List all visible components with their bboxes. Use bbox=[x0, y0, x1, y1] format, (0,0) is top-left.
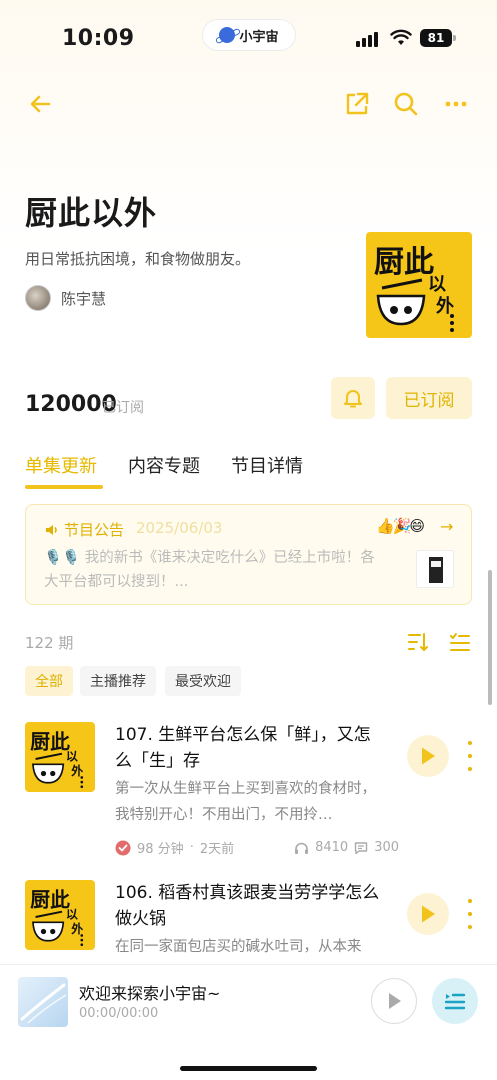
tab-topics[interactable]: 内容专题 bbox=[128, 452, 200, 478]
podcast-page: 10:09 小宇宙 81 厨此以外 用日常抵抗困境，和食物做朋友。 陈宇慧 厨此… bbox=[0, 0, 497, 1080]
play-icon bbox=[389, 993, 401, 1009]
episode-meta: 98 分钟 · 2天前 8410 300 bbox=[115, 838, 399, 857]
bell-icon bbox=[344, 390, 362, 408]
home-indicator bbox=[180, 1066, 317, 1071]
app-pill: 小宇宙 bbox=[203, 20, 295, 50]
playlist-button[interactable] bbox=[432, 978, 478, 1024]
headphones-icon bbox=[295, 842, 309, 854]
episode-count: 122 期 bbox=[25, 634, 74, 652]
back-arrow-icon bbox=[30, 95, 51, 113]
player-play-button[interactable] bbox=[371, 978, 417, 1024]
battery-level: 81 bbox=[427, 31, 445, 45]
cover-logo: 厨此 以 外 bbox=[374, 245, 454, 332]
comment-icon bbox=[355, 841, 368, 854]
filter-played-button[interactable] bbox=[448, 630, 472, 654]
play-icon bbox=[422, 747, 435, 765]
episode-more-button[interactable] bbox=[462, 741, 478, 771]
status-time: 10:09 bbox=[62, 26, 135, 51]
svg-text:厨此: 厨此 bbox=[374, 245, 434, 280]
episode-duration: 98 分钟 bbox=[137, 842, 184, 857]
announcement-date: 2025/06/03 bbox=[136, 519, 223, 537]
episode-title: 106. 稻香村真该跟麦当劳学学怎么做火锅 bbox=[115, 883, 380, 929]
svg-text:以: 以 bbox=[66, 749, 78, 763]
microphone-icon: 🎙️🎙️ bbox=[44, 550, 81, 566]
tab-episodes[interactable]: 单集更新 bbox=[25, 452, 97, 478]
announcement-label-row: 节目公告 bbox=[44, 519, 124, 540]
search-button[interactable] bbox=[390, 88, 422, 120]
svg-text:外: 外 bbox=[436, 295, 454, 317]
arrow-right-icon: → bbox=[440, 517, 454, 536]
announcement-text: 🎙️🎙️ 我的新书《谁来决定吃什么》已经上市啦！各大平台都可以搜到！... bbox=[44, 546, 384, 594]
playlist-icon bbox=[444, 993, 466, 1010]
episode-description: 在同一家面包店买的碱水吐司，从本来 bbox=[115, 939, 362, 955]
filter-popular[interactable]: 最受欢迎 bbox=[165, 666, 241, 696]
app-pill-label: 小宇宙 bbox=[239, 29, 279, 45]
share-icon bbox=[346, 92, 369, 115]
player-cover bbox=[18, 977, 68, 1027]
episode-age: 2天前 bbox=[199, 842, 235, 857]
episode-plays: 8410 bbox=[315, 840, 349, 855]
announcement-emojis: 👍🎉😄 bbox=[376, 517, 425, 535]
episode-more-button[interactable] bbox=[462, 899, 478, 929]
search-icon bbox=[394, 92, 418, 116]
player-title: 欢迎来探索小宇宙~ bbox=[79, 984, 221, 1003]
filter-recommended[interactable]: 主播推荐 bbox=[80, 666, 156, 696]
subscriber-label: 已订阅 bbox=[102, 400, 144, 416]
episode-play-button[interactable] bbox=[407, 893, 449, 935]
svg-text:以: 以 bbox=[428, 274, 446, 295]
svg-text:厨此: 厨此 bbox=[30, 730, 70, 753]
svg-text:外: 外 bbox=[70, 764, 83, 778]
battery-icon: 81 bbox=[420, 29, 456, 47]
scrollbar[interactable] bbox=[488, 570, 492, 705]
signal-icon bbox=[356, 32, 378, 47]
svg-text:外: 外 bbox=[70, 922, 83, 936]
sort-order-button[interactable] bbox=[406, 630, 430, 654]
author-row[interactable]: 陈宇慧 bbox=[25, 285, 106, 311]
svg-text:厨此: 厨此 bbox=[30, 888, 70, 911]
svg-text:以: 以 bbox=[66, 907, 78, 921]
episode-cover: 厨此 以 外 bbox=[25, 722, 95, 792]
author-name: 陈宇慧 bbox=[61, 289, 107, 308]
speaker-icon bbox=[46, 524, 57, 535]
podcast-title: 厨此以外 bbox=[25, 194, 158, 232]
more-button[interactable] bbox=[440, 88, 472, 120]
wifi-icon bbox=[390, 29, 412, 45]
planet-icon bbox=[219, 27, 236, 43]
episode-play-button[interactable] bbox=[407, 735, 449, 777]
episode-title: 107. 生鲜平台怎么保「鲜」，又怎么「生」存 bbox=[115, 725, 371, 771]
avatar bbox=[25, 285, 51, 311]
meta-separator: · bbox=[189, 840, 194, 855]
announcement-label: 节目公告 bbox=[64, 521, 125, 539]
podcast-description: 用日常抵抗困境，和食物做朋友。 bbox=[25, 250, 251, 268]
check-circle-icon bbox=[115, 840, 131, 855]
subscribe-button[interactable]: 已订阅 bbox=[386, 377, 472, 419]
announcement-thumbnail bbox=[416, 550, 454, 588]
mini-player[interactable]: 欢迎来探索小宇宙~ 00:00/00:00 bbox=[0, 965, 497, 1080]
filter-all[interactable]: 全部 bbox=[25, 666, 73, 696]
more-icon bbox=[445, 101, 467, 107]
back-button[interactable] bbox=[24, 88, 56, 120]
episode-cover: 厨此 以 外 bbox=[25, 880, 95, 950]
play-icon bbox=[422, 905, 435, 923]
tab-underline bbox=[25, 485, 103, 489]
status-bar: 10:09 小宇宙 81 bbox=[0, 0, 497, 80]
episode-comments: 300 bbox=[374, 840, 400, 855]
share-button[interactable] bbox=[341, 88, 373, 120]
sort-icon bbox=[408, 633, 428, 651]
announcement-body: 我的新书《谁来决定吃什么》已经上市啦！各大平台都可以搜到！... bbox=[44, 550, 375, 590]
checklist-icon bbox=[450, 633, 470, 651]
player-time: 00:00/00:00 bbox=[79, 1006, 159, 1021]
episode-description: 第一次从生鲜平台上买到喜欢的食材时，我特别开心！不用出门，不用拎… bbox=[115, 781, 376, 823]
notify-button[interactable] bbox=[331, 377, 375, 419]
announcement-card[interactable]: 节目公告 2025/06/03 👍🎉😄 → 🎙️🎙️ 我的新书《谁来决定吃什么》… bbox=[25, 504, 472, 605]
tab-details[interactable]: 节目详情 bbox=[231, 452, 303, 478]
podcast-cover: 厨此 以 外 bbox=[366, 232, 472, 338]
